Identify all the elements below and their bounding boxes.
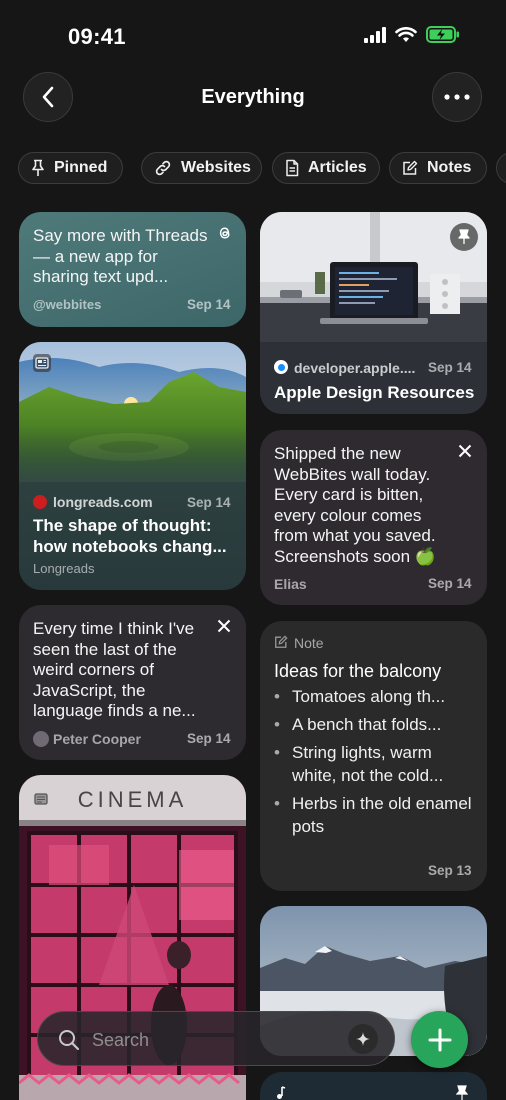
cinema-sign-text: CINEMA — [77, 787, 188, 812]
card-source: developer.apple.... — [294, 360, 416, 376]
more-options-button[interactable] — [432, 72, 482, 122]
card-title: The shape of thought: how notebooks chan… — [33, 516, 227, 556]
x-icon — [458, 444, 472, 458]
list-item: String lights, warm white, not the cold.… — [274, 741, 479, 787]
card-peter-post[interactable]: Every time I think I've seen the last of… — [19, 605, 246, 760]
music-note-icon — [277, 1086, 286, 1099]
search-bar[interactable]: Search — [37, 1011, 395, 1066]
longreads-logo-icon — [33, 495, 47, 509]
status-bar: 09:41 — [0, 0, 506, 70]
card-longreads[interactable]: longreads.com Sep 14 The shape of though… — [19, 342, 246, 590]
card-text: Every time I think I've seen the last of… — [33, 619, 196, 720]
chip-notes[interactable]: Notes — [389, 152, 487, 184]
chip-websites[interactable]: Websites — [141, 152, 262, 184]
card-publisher: Longreads — [33, 561, 95, 576]
sparkle-icon — [356, 1032, 370, 1046]
note-title: Ideas for the balcony — [274, 661, 442, 681]
card-threads[interactable]: Say more with Threads — a new app for sh… — [19, 212, 246, 327]
article-icon — [34, 793, 48, 805]
status-time: 09:41 — [68, 24, 126, 49]
green-valley-photo — [19, 342, 246, 482]
card-date: Sep 14 — [428, 576, 472, 591]
article-badge — [33, 354, 51, 372]
x-icon — [217, 619, 231, 633]
ellipsis-icon — [444, 94, 470, 100]
chip-articles[interactable]: Articles — [272, 152, 380, 184]
card-date: Sep 14 — [428, 360, 472, 375]
article-icon — [35, 357, 49, 369]
list-item: A bench that folds... — [274, 713, 479, 736]
note-checklist: Tomatoes along th... A bench that folds.… — [274, 685, 479, 843]
search-input[interactable]: Search — [92, 1030, 149, 1051]
card-date: Sep 14 — [187, 731, 231, 746]
chip-label: Articles — [308, 159, 367, 176]
filter-chips: Pinned Websites Articles Notes — [18, 152, 506, 186]
wifi-icon — [395, 26, 417, 42]
list-item: Tomatoes along th... — [274, 685, 479, 708]
chip-pinned[interactable]: Pinned — [18, 152, 123, 184]
note-kind-label: Note — [294, 635, 324, 651]
card-title: Apple Design Resources — [274, 383, 475, 402]
plus-icon — [428, 1028, 451, 1051]
pin-icon — [32, 159, 44, 176]
card-author: Peter Cooper — [53, 731, 141, 747]
card-note[interactable]: Note Ideas for the balcony Tomatoes alon… — [260, 621, 487, 891]
pin-badge — [450, 223, 478, 251]
chip-label: Pinned — [54, 159, 108, 176]
pin-icon — [456, 1085, 468, 1100]
card-apple-design[interactable]: developer.apple.... Sep 14 Apple Design … — [260, 212, 487, 414]
add-button[interactable] — [411, 1011, 468, 1068]
threads-icon — [219, 227, 230, 239]
search-icon — [59, 1030, 80, 1051]
avatar — [33, 731, 49, 747]
card-date: Sep 13 — [428, 863, 472, 878]
card-elias-post[interactable]: Shipped the new WebBites wall today. Eve… — [260, 430, 487, 605]
card-text: Say more with Threads — a new app for sh… — [33, 226, 208, 286]
card-source: @webbites — [33, 297, 102, 312]
edit-note-icon — [403, 160, 418, 175]
link-icon — [155, 160, 171, 176]
header: Everything — [0, 72, 506, 124]
card-source: longreads.com — [53, 494, 153, 510]
chip-label: Websites — [181, 159, 251, 176]
chip-label: Notes — [427, 159, 472, 176]
document-icon — [286, 159, 299, 177]
battery-charging-icon — [426, 26, 459, 43]
card-date: Sep 14 — [187, 297, 231, 312]
cellular-signal-icon — [364, 26, 386, 43]
card-date: Sep 14 — [187, 495, 231, 510]
edit-note-icon — [275, 635, 288, 648]
card-partial-bottom[interactable] — [260, 1072, 487, 1100]
pin-icon — [458, 229, 470, 244]
chip-more[interactable] — [496, 152, 506, 184]
card-author: Elias — [274, 576, 307, 592]
list-item: Herbs in the old enamel pots — [274, 792, 479, 838]
page-title: Everything — [201, 86, 305, 108]
status-icons — [364, 26, 460, 43]
ai-sparkle-button[interactable] — [348, 1024, 378, 1054]
apple-logo-icon — [274, 360, 288, 374]
card-text: Shipped the new WebBites wall today. Eve… — [274, 444, 436, 566]
